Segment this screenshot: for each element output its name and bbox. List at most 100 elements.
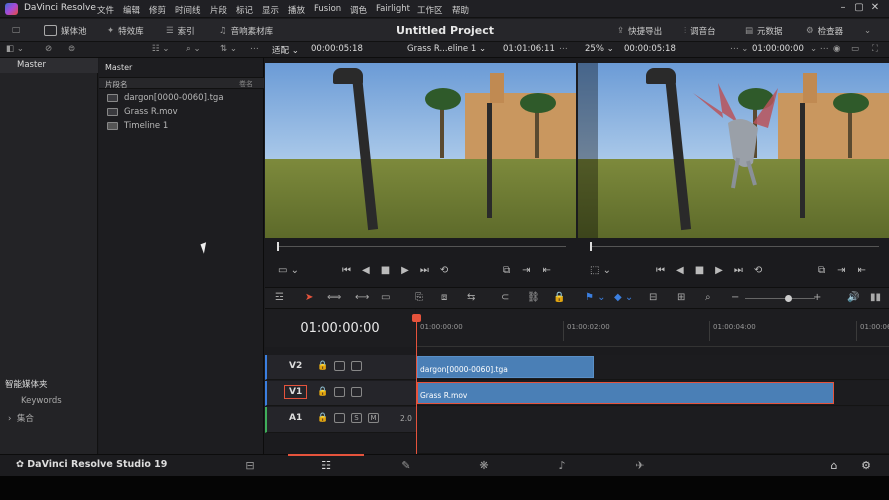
flag-icon[interactable]: ⚑ ⌄ bbox=[585, 292, 606, 303]
match-frame-icon[interactable]: ⧉ bbox=[503, 265, 510, 276]
effects-button[interactable]: ✦ 特效库 bbox=[107, 23, 144, 38]
source-viewer[interactable] bbox=[265, 63, 576, 238]
audio-meter-icon[interactable]: ▮▮ bbox=[870, 292, 881, 303]
sort-icon[interactable]: ⇅ ⌄ bbox=[220, 44, 237, 54]
search-icon[interactable]: ⌕ ⌄ bbox=[186, 44, 201, 54]
viewer-mode-icon[interactable]: ▭ ⌄ bbox=[278, 262, 299, 278]
viewer-menu-icon[interactable]: ⌄ ⋯ bbox=[810, 44, 828, 54]
media-pool-button[interactable]: 媒体池 bbox=[44, 23, 87, 38]
snapping-icon[interactable]: ⊂ bbox=[501, 292, 509, 303]
fusion-page-icon[interactable]: ✎ bbox=[368, 459, 444, 472]
link-icon[interactable]: ⊘ bbox=[45, 44, 52, 54]
expand-icon[interactable]: ⌄ bbox=[864, 23, 871, 38]
list-item[interactable]: dargon[0000-0060].tga bbox=[107, 91, 224, 105]
media-page-icon[interactable]: ⊟ bbox=[212, 459, 288, 472]
replace-clip-icon[interactable]: ⇆ bbox=[467, 292, 475, 303]
play-icon[interactable]: ▶ bbox=[401, 265, 409, 276]
rewind-icon[interactable]: ⏮ bbox=[656, 265, 665, 276]
track-area-v1[interactable]: Grass R.mov bbox=[416, 381, 889, 406]
color-page-icon[interactable]: ❋ bbox=[446, 459, 522, 472]
mixer-button[interactable]: ⫶ 调音台 bbox=[684, 23, 716, 38]
video-enable-icon[interactable] bbox=[351, 361, 362, 371]
inspector-button[interactable]: ⚙ 检查器 bbox=[806, 23, 843, 38]
more-icon[interactable]: ⋯ bbox=[250, 44, 259, 54]
timeline-options-icon[interactable]: ☲ bbox=[275, 292, 284, 303]
play-icon[interactable]: ▶ bbox=[715, 265, 723, 276]
loop-icon[interactable]: ⟲ bbox=[440, 265, 448, 276]
timeline-viewer[interactable] bbox=[578, 63, 889, 238]
zoom-in-icon[interactable]: + bbox=[813, 292, 821, 303]
menu-color[interactable]: 调色 bbox=[350, 4, 367, 16]
selection-tool-icon[interactable]: ➤ bbox=[305, 292, 313, 303]
auto-select-icon[interactable] bbox=[334, 361, 345, 371]
menu-mark[interactable]: 标记 bbox=[236, 4, 253, 16]
mark-out-icon[interactable]: ⇤ bbox=[858, 265, 866, 276]
loop-icon[interactable]: ⟲ bbox=[754, 265, 762, 276]
menu-timeline[interactable]: 时间线 bbox=[175, 4, 201, 16]
lock-icon[interactable]: 🔒 bbox=[317, 413, 328, 423]
blade-tool-icon[interactable]: ▭ bbox=[381, 292, 390, 303]
menu-fairlight[interactable]: Fairlight bbox=[376, 4, 410, 14]
auto-select-icon[interactable] bbox=[334, 413, 345, 423]
panel-toggle-icon[interactable]: ◧ ⌄ bbox=[6, 44, 24, 54]
zoom-custom-icon[interactable]: ⌕ bbox=[705, 292, 711, 303]
monitor-icon[interactable]: 🖵 bbox=[12, 23, 20, 38]
quick-export-button[interactable]: ⇪ 快捷导出 bbox=[617, 23, 662, 38]
insert-clip-icon[interactable]: ⎘ bbox=[415, 292, 423, 303]
master-bin[interactable]: Master bbox=[0, 58, 98, 73]
menu-playback[interactable]: 播放 bbox=[288, 4, 305, 16]
playhead[interactable] bbox=[416, 316, 417, 454]
list-item[interactable]: Timeline 1 bbox=[107, 119, 168, 133]
clip-name-column[interactable]: 片段名 bbox=[105, 79, 128, 90]
list-view-icon[interactable]: ☷ ⌄ bbox=[152, 44, 169, 54]
linked-selection-icon[interactable]: ⛓ bbox=[527, 292, 540, 303]
viewer-layout-icon[interactable]: ▭ bbox=[851, 44, 859, 54]
edit-page-icon[interactable]: ☷ bbox=[288, 459, 364, 472]
timeline-selector[interactable]: Grass R...eline 1 ⌄ bbox=[407, 44, 486, 54]
zoom-out-icon[interactable]: − bbox=[731, 292, 739, 303]
minimize-icon[interactable]: – bbox=[835, 2, 851, 13]
overwrite-clip-icon[interactable]: ⧈ bbox=[441, 292, 447, 303]
fullscreen-icon[interactable]: ⛶ bbox=[872, 44, 878, 54]
timeline-scrubber[interactable] bbox=[578, 240, 889, 252]
solo-icon[interactable]: S bbox=[351, 413, 362, 423]
color-wheel-icon[interactable]: ◉ bbox=[833, 44, 840, 54]
fairlight-page-icon[interactable]: ♪ bbox=[524, 459, 600, 472]
options-dropdown[interactable]: ⋯ ⌄ bbox=[730, 44, 748, 54]
playhead-handle[interactable] bbox=[412, 314, 421, 322]
marker-icon[interactable]: ◆ ⌄ bbox=[614, 292, 633, 303]
deliver-page-icon[interactable]: ✈ bbox=[602, 459, 678, 472]
lock-icon[interactable]: 🔒 bbox=[317, 387, 328, 397]
video-enable-icon[interactable] bbox=[351, 387, 362, 397]
menu-help[interactable]: 帮助 bbox=[452, 4, 469, 16]
auto-select-icon[interactable] bbox=[334, 387, 345, 397]
settings-gear-icon[interactable]: ⚙ bbox=[828, 459, 889, 472]
menu-clip[interactable]: 片段 bbox=[210, 4, 227, 16]
fast-forward-icon[interactable]: ⏭ bbox=[734, 265, 743, 276]
zoom-slider-knob[interactable] bbox=[785, 295, 792, 302]
stop-icon[interactable]: ■ bbox=[695, 265, 704, 276]
mark-out-icon[interactable]: ⇤ bbox=[543, 265, 551, 276]
stop-icon[interactable]: ■ bbox=[381, 265, 390, 276]
zoom-slider[interactable] bbox=[745, 298, 815, 299]
zoom-detail-icon[interactable]: ⊞ bbox=[677, 292, 685, 303]
speaker-icon[interactable]: 🔊 bbox=[847, 292, 859, 303]
maximize-icon[interactable]: ▢ bbox=[851, 2, 867, 13]
mark-in-icon[interactable]: ⇥ bbox=[837, 265, 845, 276]
filter-icon[interactable]: ⊜ bbox=[68, 44, 75, 54]
mute-icon[interactable]: M bbox=[368, 413, 379, 423]
menu-fusion[interactable]: Fusion bbox=[314, 4, 341, 14]
keywords-bin[interactable]: Keywords bbox=[21, 396, 62, 406]
fit-dropdown[interactable]: 适配 ⌄ bbox=[272, 44, 299, 56]
menu-view[interactable]: 显示 bbox=[262, 4, 279, 16]
fast-forward-icon[interactable]: ⏭ bbox=[420, 265, 429, 276]
menu-edit[interactable]: 编辑 bbox=[123, 4, 140, 16]
reel-column[interactable]: 卷名 bbox=[239, 79, 253, 89]
timeline-ruler[interactable]: 01:00:00:00 01:00:02:00 01:00:04:00 01:0… bbox=[416, 309, 889, 347]
close-icon[interactable]: ✕ bbox=[867, 2, 883, 13]
menu-file[interactable]: 文件 bbox=[97, 4, 114, 16]
play-reverse-icon[interactable]: ◀ bbox=[676, 265, 684, 276]
timeline-clip[interactable]: dargon[0000-0060].tga bbox=[417, 356, 594, 378]
more-icon[interactable]: ⋯ bbox=[559, 44, 568, 54]
menu-trim[interactable]: 修剪 bbox=[149, 4, 166, 16]
